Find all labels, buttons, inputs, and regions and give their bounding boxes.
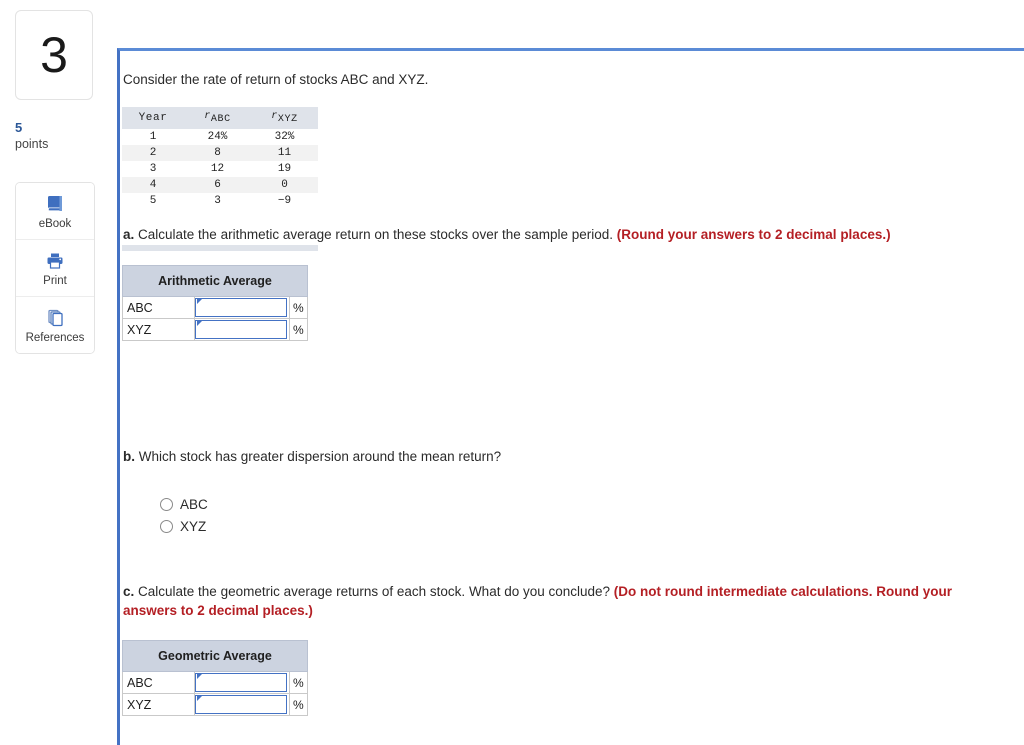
table-row: XYZ % — [122, 693, 309, 716]
radio-label-xyz: XYZ — [180, 518, 207, 534]
geometric-input-cell-xyz — [194, 693, 290, 716]
geometric-row-label-xyz: XYZ — [122, 693, 195, 716]
part-a-prompt: a. Calculate the arithmetic average retu… — [123, 225, 1003, 244]
table-row: ABC % — [122, 671, 309, 694]
part-b-letter: b. — [123, 449, 135, 464]
arithmetic-unit-abc: % — [288, 296, 309, 319]
returns-data-table: Year rABC rXYZ 1 24% 32% 2 8 11 3 12 19 … — [122, 107, 318, 209]
cell-abc: 3 — [214, 195, 221, 208]
r-symbol-abc: r — [204, 111, 211, 122]
column-header-year: Year — [122, 107, 184, 130]
arithmetic-input-abc[interactable] — [195, 298, 287, 317]
intro-text: Consider the rate of return of stocks AB… — [123, 72, 429, 87]
cell-xyz: 11 — [251, 145, 318, 162]
radio-option-abc[interactable]: ABC — [160, 493, 208, 515]
dispersion-radio-group: ABC XYZ — [160, 493, 208, 537]
points-label: points — [15, 137, 49, 151]
geometric-header-row: Geometric Average — [122, 640, 308, 672]
geometric-row-label-abc: ABC — [122, 671, 195, 694]
geometric-unit-abc: % — [288, 671, 309, 694]
references-label: References — [25, 331, 85, 344]
points-value: 5 — [15, 120, 23, 135]
arithmetic-row-label-xyz: XYZ — [122, 318, 195, 341]
geometric-input-abc[interactable] — [195, 673, 287, 692]
returns-table-body: 1 24% 32% 2 8 11 3 12 19 4 6 0 5 3 −9 — [122, 129, 318, 209]
table-header-row: Year rABC rXYZ — [122, 107, 318, 130]
ebook-label: eBook — [38, 217, 72, 230]
part-a-hint: (Round your answers to 2 decimal places.… — [616, 227, 891, 242]
arithmetic-unit-xyz: % — [288, 318, 309, 341]
ebook-button[interactable]: eBook — [16, 183, 94, 240]
cell-xyz: 32% — [274, 131, 295, 144]
part-a-text: Calculate the arithmetic average return … — [134, 227, 617, 242]
radio-circle-icon[interactable] — [160, 497, 173, 511]
cell-abc: 8 — [184, 145, 251, 162]
arithmetic-row-label-abc: ABC — [122, 296, 195, 319]
column-header-r-xyz: rXYZ — [251, 107, 318, 130]
part-c-prompt: c. Calculate the geometric average retur… — [123, 582, 993, 620]
question-content-panel: Consider the rate of return of stocks AB… — [117, 48, 1024, 745]
arithmetic-header-row: Arithmetic Average — [122, 265, 308, 297]
radio-circle-icon[interactable] — [160, 519, 173, 533]
cell-year: 5 — [149, 195, 157, 208]
geometric-input-xyz[interactable] — [195, 695, 287, 714]
question-number: 3 — [40, 27, 68, 83]
table-row: 5 3 −9 — [122, 193, 318, 209]
table-row: ABC % — [122, 296, 309, 319]
table-row: 1 24% 32% — [122, 129, 318, 145]
table-row: 4 6 0 — [122, 177, 318, 194]
radio-option-xyz[interactable]: XYZ — [160, 515, 208, 537]
cell-year: 2 — [122, 145, 184, 162]
book-icon — [44, 192, 66, 216]
part-c-text: Calculate the geometric average returns … — [134, 584, 614, 599]
pages-icon — [44, 306, 66, 330]
cell-year: 3 — [149, 163, 157, 176]
print-label: Print — [43, 274, 67, 287]
table-row: 2 8 11 — [122, 145, 318, 162]
question-sidebar: 3 5 points eBook Print References — [0, 0, 110, 745]
table-row: 3 12 19 — [122, 161, 318, 177]
geometric-header: Geometric Average — [122, 640, 308, 672]
part-a-letter: a. — [123, 227, 135, 242]
printer-icon — [44, 249, 66, 273]
column-header-r-abc: rABC — [184, 107, 251, 130]
r-symbol-xyz: r — [271, 111, 278, 122]
cell-xyz: 19 — [277, 163, 292, 176]
geometric-unit-xyz: % — [288, 693, 309, 716]
cell-abc: 6 — [184, 177, 251, 194]
cell-abc: 24% — [207, 131, 228, 144]
table-row: XYZ % — [122, 318, 309, 341]
r-subscript-xyz: XYZ — [277, 114, 298, 126]
geometric-average-table: Geometric Average ABC % XYZ % — [122, 640, 309, 716]
radio-label-abc: ABC — [180, 496, 208, 512]
arithmetic-input-cell-abc — [194, 296, 290, 319]
points-block: 5 points — [15, 120, 95, 153]
question-number-box: 3 — [15, 10, 93, 100]
arithmetic-input-xyz[interactable] — [195, 320, 287, 339]
part-b-prompt: b. Which stock has greater dispersion ar… — [123, 447, 823, 466]
arithmetic-header: Arithmetic Average — [122, 265, 308, 297]
table-footer-bar — [122, 245, 318, 251]
cell-xyz: −9 — [277, 195, 292, 208]
part-b-text: Which stock has greater dispersion aroun… — [135, 449, 502, 464]
cell-year: 1 — [149, 131, 157, 144]
r-subscript-abc: ABC — [210, 114, 231, 126]
references-button[interactable]: References — [16, 297, 94, 353]
part-c-letter: c. — [123, 584, 135, 599]
arithmetic-average-table: Arithmetic Average ABC % XYZ % — [122, 265, 309, 341]
cell-xyz: 0 — [251, 177, 318, 194]
tool-stack: eBook Print References — [15, 182, 95, 354]
cell-abc: 12 — [210, 163, 225, 176]
arithmetic-input-cell-xyz — [194, 318, 290, 341]
geometric-input-cell-abc — [194, 671, 290, 694]
cell-year: 4 — [122, 177, 184, 194]
print-button[interactable]: Print — [16, 240, 94, 297]
